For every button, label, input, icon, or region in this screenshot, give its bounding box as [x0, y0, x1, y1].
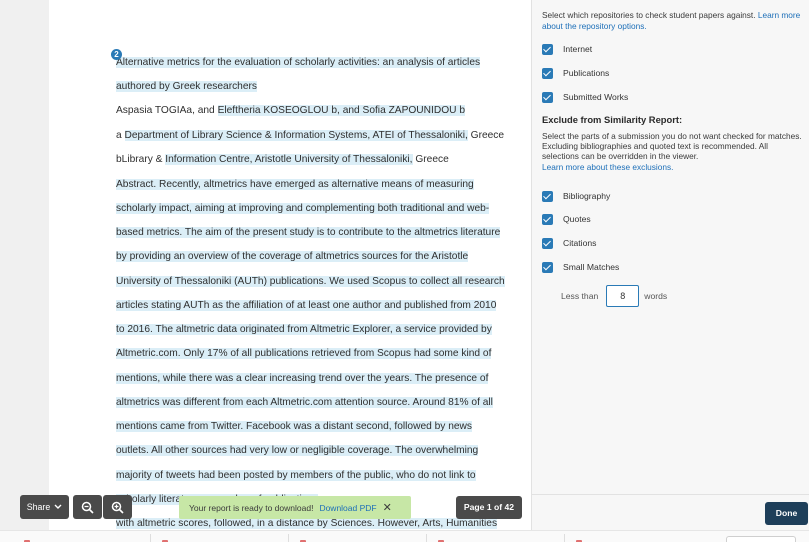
highlighted-match-text: to 2016. The altmetric data originated f… — [116, 324, 492, 335]
document-line: authored by Greek researchers — [116, 78, 257, 95]
highlighted-match-text: based metrics. The aim of the present st… — [116, 227, 501, 238]
checkbox-checked-icon[interactable] — [542, 91, 553, 103]
highlighted-match-text: Alternative metrics for the evaluation o… — [116, 57, 481, 68]
document-text-segment: Aspasia TOGIAa, and — [116, 105, 218, 116]
document-text-segment: bLibrary & — [116, 154, 166, 165]
checkbox-checked-icon[interactable] — [542, 213, 553, 225]
checkbox-label: Publications — [563, 68, 610, 78]
highlighted-match-text: Information Centre, Aristotle University… — [165, 154, 413, 165]
page-indicator: Page 1 of 42 — [456, 496, 522, 519]
less-than-label: Less than — [561, 291, 599, 301]
document-line: Alternative metrics for the evaluation o… — [116, 54, 481, 71]
checkbox-publications[interactable]: Publications — [542, 67, 609, 79]
checkbox-label: Small Matches — [563, 262, 620, 272]
tab-divider — [426, 534, 427, 542]
highlighted-match-text: mentions, while there was a clear increa… — [116, 373, 489, 384]
highlighted-match-text: altmetrics was different from each Altme… — [116, 397, 493, 408]
exclude-description: Select the parts of a submission you do … — [542, 131, 802, 141]
document-line: to 2016. The altmetric data originated f… — [116, 321, 492, 338]
checkbox-label: Quotes — [563, 214, 591, 224]
highlighted-match-text: authored by Greek researchers — [116, 81, 257, 92]
share-label: Share — [26, 502, 51, 512]
exclude-description: selections can be overridden in the view… — [542, 151, 699, 161]
document-line: University of Thessaloniki (AUTh) public… — [116, 273, 505, 290]
checkbox-checked-icon[interactable] — [542, 43, 553, 55]
download-ready-toast: Your report is ready to download! Downlo… — [179, 496, 411, 519]
download-pdf-link[interactable]: Download PDF — [319, 503, 376, 513]
document-line: by providing an overview of the coverage… — [116, 248, 469, 265]
checkbox-checked-icon[interactable] — [542, 67, 553, 79]
zoom-out-button[interactable] — [73, 495, 102, 519]
close-icon[interactable]: ✕ — [383, 501, 392, 514]
chevron-down-icon — [54, 504, 62, 509]
checkbox-checked-icon[interactable] — [542, 190, 553, 202]
zoom-out-icon — [81, 501, 94, 514]
document-line: majority of tweets had been posted by me… — [116, 467, 476, 484]
document-text-segment: a — [116, 130, 125, 141]
checkbox-quotes[interactable]: Quotes — [542, 213, 591, 225]
document-line: articles stating AUTh as the affiliation… — [116, 297, 497, 314]
highlighted-match-text: majority of tweets had been posted by me… — [116, 470, 476, 481]
highlighted-match-text: outlets. All other sources had very low … — [116, 445, 479, 456]
checkbox-label: Internet — [563, 44, 593, 54]
zoom-in-button[interactable] — [103, 495, 132, 519]
tab-divider — [564, 534, 565, 542]
highlighted-match-text: Abstract. Recently, altmetrics have emer… — [116, 179, 474, 190]
checkbox-internet[interactable]: Internet — [542, 43, 592, 55]
repository-options-link[interactable]: about the repository options. — [542, 21, 647, 32]
document-viewer[interactable]: Alternative metrics for the evaluation o… — [49, 0, 532, 530]
document-line: Abstract. Recently, altmetrics have emer… — [116, 176, 474, 193]
highlighted-match-text: University of Thessaloniki (AUTh) public… — [116, 276, 505, 287]
bottom-tabs-strip — [0, 530, 809, 542]
document-line: mentions came from Twitter. Facebook was… — [116, 418, 472, 435]
highlighted-match-text: Altmetric.com. Only 17% of all publicati… — [116, 348, 492, 359]
highlighted-match-text: by providing an overview of the coverage… — [116, 251, 469, 262]
checkbox-label: Citations — [563, 238, 597, 248]
repositories-intro-text: Select which repositories to check stude… — [542, 10, 756, 20]
checkbox-bibliography[interactable]: Bibliography — [542, 190, 610, 202]
small-matches-threshold: Less than words — [561, 285, 667, 307]
document-line: outlets. All other sources had very low … — [116, 442, 479, 459]
exclude-heading: Exclude from Similarity Report: — [542, 114, 683, 125]
toast-message: Your report is ready to download! — [189, 502, 314, 513]
checkbox-submitted-works[interactable]: Submitted Works — [542, 91, 628, 103]
document-line: Altmetric.com. Only 17% of all publicati… — [116, 345, 492, 362]
document-line: a Department of Library Science & Inform… — [116, 127, 504, 144]
document-line: Aspasia TOGIAa, and Eleftheria KOSEOGLOU… — [116, 102, 465, 119]
exclusions-learn-more-link[interactable]: Learn more about these exclusions. — [542, 162, 673, 173]
checkbox-checked-icon[interactable] — [542, 237, 553, 249]
share-button[interactable]: Share — [20, 495, 69, 519]
checkbox-label: Submitted Works — [563, 92, 629, 102]
highlighted-match-text: Department of Library Science & Informat… — [124, 130, 468, 141]
word-count-input[interactable] — [606, 285, 640, 307]
document-text-segment: Greece — [412, 154, 449, 165]
words-label: words — [644, 291, 668, 301]
tab-divider — [150, 534, 151, 542]
document-line: scholarly impact, aiming at improving an… — [116, 200, 490, 217]
document-line: bLibrary & Information Centre, Aristotle… — [116, 151, 449, 168]
checkbox-checked-icon[interactable] — [542, 261, 553, 273]
checkbox-small-matches[interactable]: Small Matches — [542, 261, 619, 273]
highlighted-match-text: mentions came from Twitter. Facebook was… — [116, 421, 472, 432]
highlighted-match-text: Eleftheria KOSEOGLOU b, and Sofia ZAPOUN… — [217, 105, 465, 116]
document-line: altmetrics was different from each Altme… — [116, 394, 493, 411]
checkbox-label: Bibliography — [563, 191, 611, 201]
document-line: mentions, while there was a clear increa… — [116, 370, 489, 387]
highlighted-match-text: articles stating AUTh as the affiliation… — [116, 300, 497, 311]
highlighted-match-text: scholarly impact, aiming at improving an… — [116, 203, 490, 214]
done-button[interactable]: Done — [765, 502, 808, 525]
bottom-strip-control[interactable] — [726, 536, 796, 542]
highlighted-match-text: with altmetric scores, followed, in a di… — [116, 518, 498, 529]
tab-divider — [288, 534, 289, 542]
document-text-segment: Greece — [467, 130, 505, 141]
checkbox-citations[interactable]: Citations — [542, 237, 596, 249]
exclude-description: Excluding bibliographies and quoted text… — [542, 141, 768, 151]
learn-more-link[interactable]: Learn more — [756, 10, 800, 20]
settings-panel: Select which repositories to check stude… — [532, 0, 809, 530]
left-gutter — [0, 0, 49, 542]
repositories-intro: Select which repositories to check stude… — [542, 10, 800, 21]
zoom-in-icon — [111, 501, 124, 514]
document-line: based metrics. The aim of the present st… — [116, 224, 501, 241]
match-marker[interactable]: 2 — [111, 49, 122, 60]
